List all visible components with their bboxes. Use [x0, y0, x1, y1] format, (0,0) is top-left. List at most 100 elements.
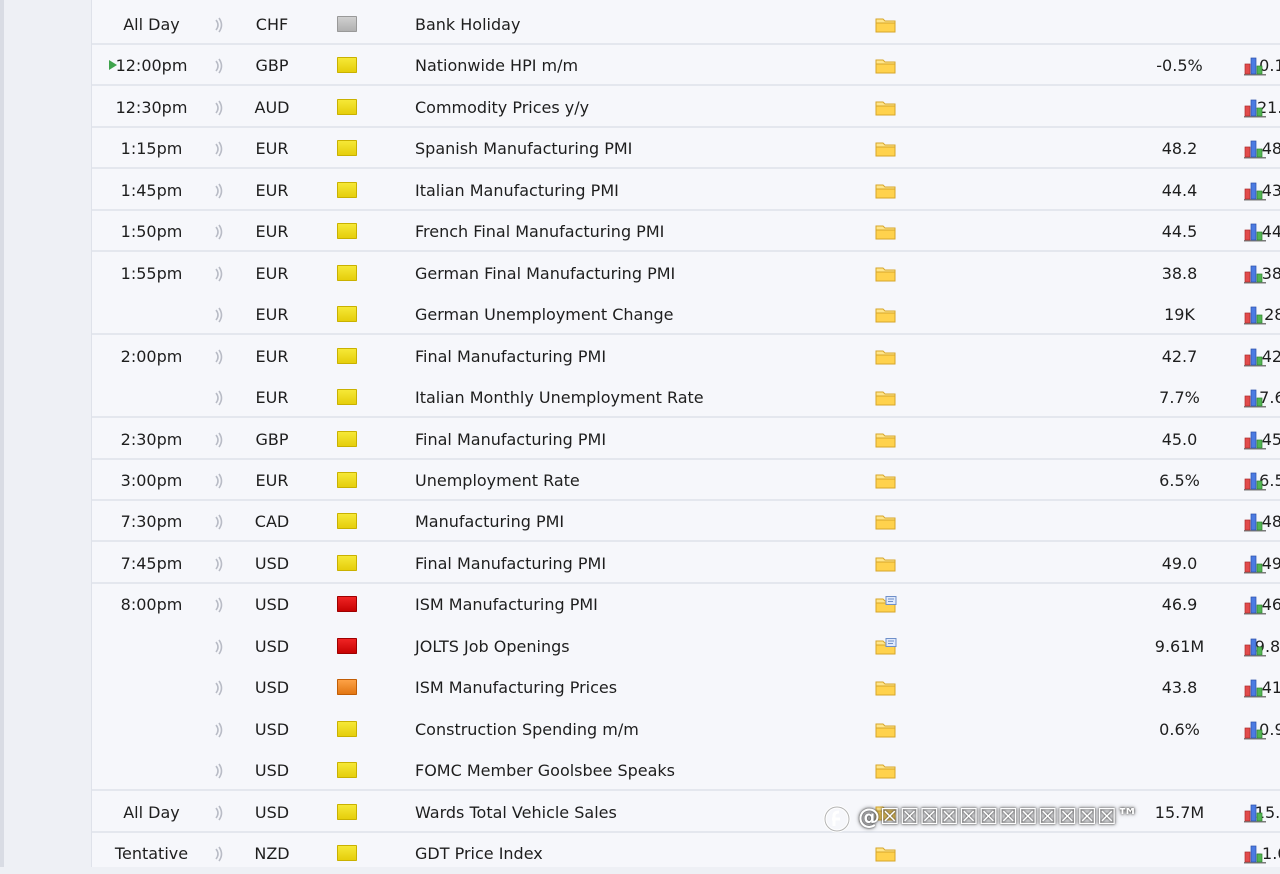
sound-alert-icon[interactable]	[213, 307, 225, 323]
detail-folder-icon[interactable]	[875, 223, 897, 241]
table-row[interactable]: 1:15pm EUR Spanish Manufacturing PMI 48.2 48…	[92, 128, 1280, 170]
sound-alert-icon[interactable]	[213, 473, 225, 489]
table-row[interactable]: EURGerman Unemployment Change19K28K	[92, 294, 1280, 336]
table-row[interactable]: 3:00pmEURUnemployment Rate6.5%6.5%	[92, 460, 1280, 501]
event-title[interactable]: Italian Monthly Unemployment Rate	[415, 377, 704, 418]
graph-icon[interactable]	[1243, 181, 1267, 201]
graph-icon[interactable]	[1243, 388, 1267, 408]
detail-folder-icon[interactable]	[875, 57, 897, 75]
detail-folder-icon[interactable]	[875, 389, 897, 407]
detail-folder-icon[interactable]	[875, 140, 897, 158]
graph-icon[interactable]	[1243, 637, 1267, 657]
event-title[interactable]: Construction Spending m/m	[415, 709, 639, 750]
impact-low-icon[interactable]	[337, 98, 357, 115]
table-row[interactable]: 2:30pmGBPFinal Manufacturing PMI45.045.0	[92, 419, 1280, 460]
sound-alert-icon[interactable]	[213, 722, 225, 738]
detail-folder-open-icon[interactable]	[875, 637, 897, 656]
sound-alert-icon[interactable]	[213, 763, 225, 779]
table-row[interactable]: 8:00pmUSDISM Manufacturing PMI46.946.0	[92, 584, 1280, 625]
detail-folder-icon[interactable]	[875, 182, 897, 200]
impact-low-icon[interactable]	[337, 181, 357, 198]
sound-alert-icon[interactable]	[213, 846, 225, 862]
sound-alert-icon[interactable]	[213, 224, 225, 240]
impact-low-icon[interactable]	[337, 803, 357, 820]
impact-low-icon[interactable]	[337, 264, 357, 281]
table-row[interactable]: 2:00pmEURFinal Manufacturing PMI42.742.7	[92, 336, 1280, 377]
table-row[interactable]: USDJOLTS Job Openings9.61M9.82M	[92, 626, 1280, 667]
sound-alert-icon[interactable]	[213, 17, 225, 33]
table-row[interactable]: 1:55pm EUR German Final Manufacturing PMI 3…	[92, 253, 1280, 294]
graph-icon[interactable]	[1243, 471, 1267, 491]
event-title[interactable]: Commodity Prices y/y	[415, 87, 589, 128]
event-title[interactable]: Nationwide HPI m/m	[415, 45, 578, 86]
event-title[interactable]: JOLTS Job Openings	[415, 626, 570, 667]
sound-alert-icon[interactable]	[213, 390, 225, 406]
sound-alert-icon[interactable]	[213, 100, 225, 116]
sound-alert-icon[interactable]	[213, 597, 225, 613]
table-row[interactable]: 1:45pm EUR Italian Manufacturing PMI 44.4 43…	[92, 170, 1280, 211]
event-title[interactable]: Manufacturing PMI	[415, 501, 564, 542]
event-title[interactable]: GDT Price Index	[415, 833, 543, 874]
table-row[interactable]: All Day CHF Bank Holiday	[92, 4, 1280, 45]
table-row[interactable]: 12:30pmAUDCommodity Prices y/y-21.5%	[92, 87, 1280, 128]
table-row[interactable]: TentativeNZDGDT Price Index-1.0%	[92, 833, 1280, 874]
event-title[interactable]: French Final Manufacturing PMI	[415, 211, 664, 252]
event-title[interactable]: ISM Manufacturing Prices	[415, 667, 617, 708]
impact-none-icon[interactable]	[337, 16, 357, 32]
graph-icon[interactable]	[1243, 56, 1267, 76]
detail-folder-icon[interactable]	[875, 472, 897, 490]
sound-alert-icon[interactable]	[213, 141, 225, 157]
graph-icon[interactable]	[1243, 512, 1267, 532]
graph-icon[interactable]	[1243, 264, 1267, 284]
event-title[interactable]: Final Manufacturing PMI	[415, 543, 606, 584]
event-title[interactable]: Bank Holiday	[415, 4, 520, 45]
graph-icon[interactable]	[1243, 720, 1267, 740]
impact-low-icon[interactable]	[337, 513, 357, 530]
table-row[interactable]: 12:00pmGBPNationwide HPI m/m-0.5%0.1%	[92, 45, 1280, 87]
impact-low-icon[interactable]	[337, 223, 357, 240]
table-row[interactable]: 7:30pmCADManufacturing PMI48.8	[92, 501, 1280, 543]
impact-high-icon[interactable]	[337, 637, 357, 654]
impact-low-icon[interactable]	[337, 762, 357, 779]
impact-low-icon[interactable]	[337, 140, 357, 157]
table-row[interactable]: USDISM Manufacturing Prices43.841.8	[92, 667, 1280, 708]
sound-alert-icon[interactable]	[213, 556, 225, 572]
table-row[interactable]: USD FOMC Member Goolsbee Speaks	[92, 750, 1280, 792]
event-title[interactable]: FOMC Member Goolsbee Speaks	[415, 750, 675, 791]
detail-folder-icon[interactable]	[875, 99, 897, 117]
impact-low-icon[interactable]	[337, 554, 357, 571]
detail-folder-open-icon[interactable]	[875, 596, 897, 614]
impact-low-icon[interactable]	[337, 347, 357, 364]
graph-icon[interactable]	[1243, 430, 1267, 450]
table-row[interactable]: 7:45pmUSDFinal Manufacturing PMI49.049.0	[92, 543, 1280, 584]
detail-folder-icon[interactable]	[875, 845, 897, 863]
detail-folder-icon[interactable]	[875, 265, 897, 283]
event-title[interactable]: Spanish Manufacturing PMI	[415, 128, 632, 169]
sound-alert-icon[interactable]	[213, 514, 225, 530]
detail-folder-icon[interactable]	[875, 348, 897, 366]
detail-folder-icon[interactable]	[875, 679, 897, 697]
sound-alert-icon[interactable]	[213, 432, 225, 448]
event-title[interactable]: German Final Manufacturing PMI	[415, 253, 675, 294]
graph-icon[interactable]	[1243, 844, 1267, 864]
impact-low-icon[interactable]	[337, 430, 357, 447]
detail-folder-icon[interactable]	[875, 431, 897, 449]
impact-low-icon[interactable]	[337, 720, 357, 737]
sound-alert-icon[interactable]	[213, 639, 225, 655]
impact-low-icon[interactable]	[337, 57, 357, 74]
sound-alert-icon[interactable]	[213, 183, 225, 199]
event-title[interactable]: German Unemployment Change	[415, 294, 673, 335]
table-row[interactable]: USDConstruction Spending m/m0.6%0.9%	[92, 709, 1280, 750]
event-title[interactable]: Final Manufacturing PMI	[415, 419, 606, 460]
table-row[interactable]: 1:50pm EUR French Final Manufacturing PMI 4…	[92, 211, 1280, 253]
impact-low-icon[interactable]	[337, 471, 357, 488]
event-title[interactable]: Wards Total Vehicle Sales	[415, 792, 617, 833]
table-row[interactable]: EUR Italian Monthly Unemployment Rate 7.7%…	[92, 377, 1280, 419]
graph-icon[interactable]	[1243, 803, 1267, 823]
impact-low-icon[interactable]	[337, 389, 357, 406]
sound-alert-icon[interactable]	[213, 266, 225, 282]
impact-med-icon[interactable]	[337, 679, 357, 696]
sound-alert-icon[interactable]	[213, 58, 225, 74]
sound-alert-icon[interactable]	[213, 680, 225, 696]
detail-folder-icon[interactable]	[875, 16, 897, 34]
